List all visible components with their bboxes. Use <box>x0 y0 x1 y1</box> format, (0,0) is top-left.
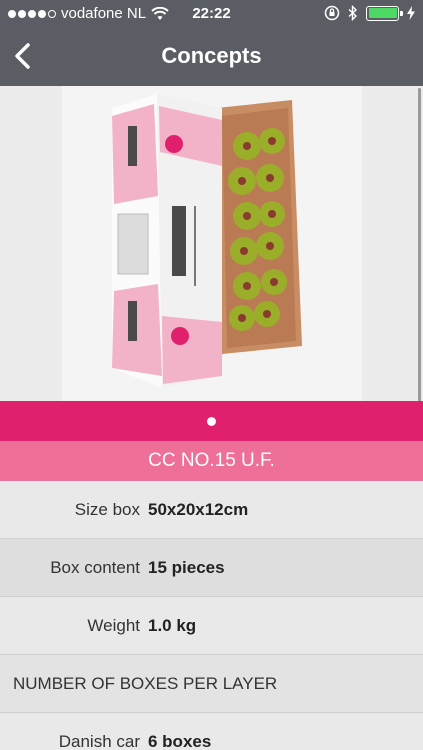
layer-value: 6 boxes <box>148 732 212 750</box>
battery-icon <box>366 5 403 21</box>
charging-bolt-icon <box>407 6 415 20</box>
page-title: Concepts <box>161 43 262 68</box>
detail-value: 1.0 kg <box>148 616 197 635</box>
flower-box-photo <box>62 86 362 401</box>
detail-label: Size box <box>74 500 140 519</box>
detail-label: Box content <box>50 558 140 577</box>
product-gallery[interactable] <box>0 86 423 401</box>
layer-row-danish-car: Danish car 6 boxes <box>0 713 423 750</box>
detail-row-content: Box content 15 pieces <box>0 539 423 597</box>
detail-row-weight: Weight 1.0 kg <box>0 597 423 655</box>
battery-level <box>368 8 397 18</box>
gallery-pager <box>0 401 423 441</box>
layer-label: Danish car <box>58 732 140 750</box>
detail-value: 50x20x12cm <box>148 500 249 519</box>
product-name: CC NO.15 U.F. <box>0 441 423 481</box>
detail-value: 15 pieces <box>148 558 225 577</box>
rotation-lock-icon <box>324 5 340 21</box>
detail-label: Weight <box>87 616 140 635</box>
page-dot-active[interactable] <box>207 416 216 426</box>
navigation-bar: Concepts <box>0 28 423 86</box>
bluetooth-icon <box>348 5 358 21</box>
detail-row-size: Size box 50x20x12cm <box>0 481 423 539</box>
top-bar: vodafone NL 22:22 Concepts <box>0 0 423 86</box>
status-bar: vodafone NL 22:22 <box>0 0 423 28</box>
section-header-boxes-per-layer: NUMBER OF BOXES PER LAYER <box>0 655 423 713</box>
flower-box-illustration <box>112 94 302 388</box>
status-icons <box>324 5 415 21</box>
